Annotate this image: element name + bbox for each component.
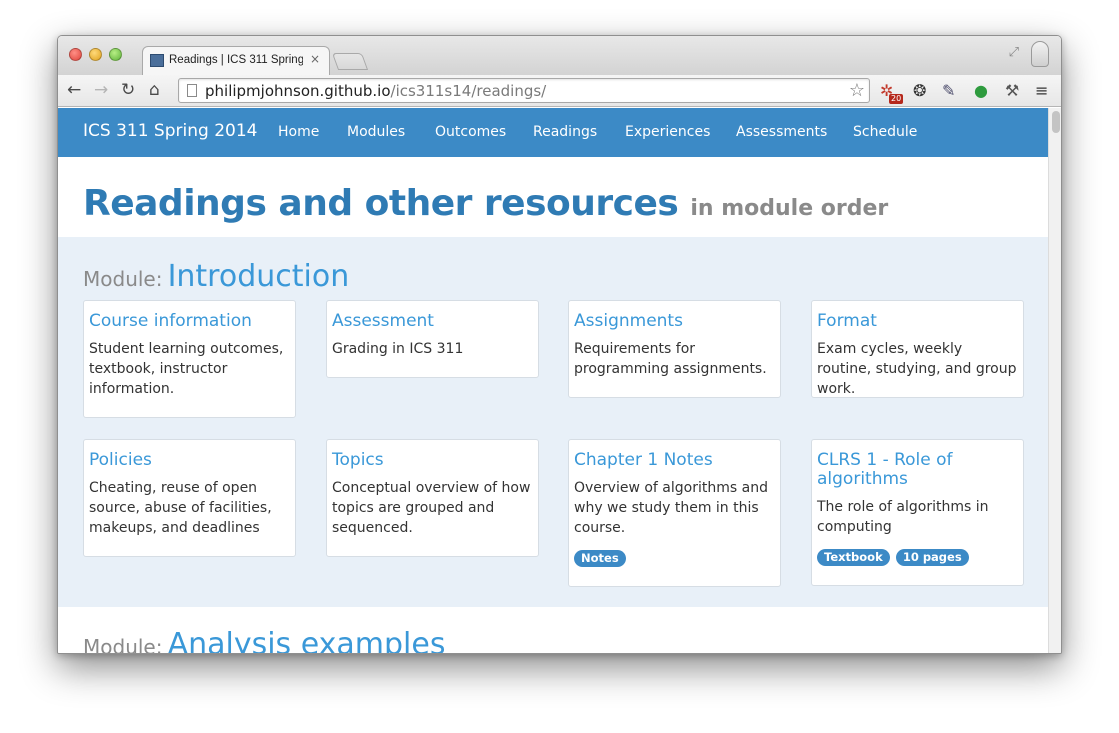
page-title: Readings and other resources in module o… <box>83 183 888 224</box>
nav-link-home[interactable]: Home <box>278 124 319 140</box>
card-title-link[interactable]: CLRS 1 - Role of algorithms <box>817 451 1018 489</box>
window-zoom-button[interactable] <box>109 48 122 61</box>
resource-card: Assignments Requirements for programming… <box>568 300 781 398</box>
badge-pages: 10 pages <box>895 549 969 566</box>
card-description: Overview of algorithms and why we study … <box>574 480 768 536</box>
url-host: philipmjohnson.github.io <box>205 82 391 100</box>
badge-textbook: Textbook <box>817 549 890 566</box>
scrollbar-thumb[interactable] <box>1052 111 1060 133</box>
window-minimize-button[interactable] <box>89 48 102 61</box>
fullscreen-icon[interactable]: ⤢ <box>1009 45 1019 60</box>
profile-avatar-icon[interactable] <box>1031 41 1049 67</box>
bookmark-star-icon[interactable]: ☆ <box>849 80 865 101</box>
nav-link-modules[interactable]: Modules <box>347 124 405 140</box>
nav-link-assessments[interactable]: Assessments <box>736 124 827 140</box>
card-title-link[interactable]: Chapter 1 Notes <box>574 451 775 470</box>
page-header: Readings and other resources in module o… <box>58 157 1048 237</box>
nav-link-experiences[interactable]: Experiences <box>625 124 710 140</box>
extension-eyedropper-icon[interactable]: ✎ <box>942 82 955 100</box>
card-title-link[interactable]: Course information <box>89 312 290 331</box>
window-close-button[interactable] <box>69 48 82 61</box>
new-tab-button[interactable] <box>331 53 369 70</box>
favicon-icon <box>150 54 164 67</box>
card-title-link[interactable]: Policies <box>89 451 290 470</box>
nav-link-readings[interactable]: Readings <box>533 124 597 140</box>
page-viewport: ICS 311 Spring 2014 Home Modules Outcome… <box>58 108 1048 654</box>
resource-card: Format Exam cycles, weekly routine, stud… <box>811 300 1024 398</box>
site-brand-link[interactable]: ICS 311 Spring 2014 <box>83 121 257 141</box>
address-bar[interactable]: philipmjohnson.github.io/ics311s14/readi… <box>178 78 870 103</box>
module-heading: Module: Analysis examples <box>83 627 446 654</box>
card-title-link[interactable]: Topics <box>332 451 533 470</box>
nav-link-schedule[interactable]: Schedule <box>853 124 917 140</box>
resource-card: Policies Cheating, reuse of open source,… <box>83 439 296 557</box>
site-navbar: ICS 311 Spring 2014 Home Modules Outcome… <box>58 108 1048 157</box>
forward-arrow-icon[interactable]: → <box>94 81 108 99</box>
browser-tab-readings[interactable]: Readings | ICS 311 Spring × <box>142 46 330 75</box>
resource-card: Topics Conceptual overview of how topics… <box>326 439 539 557</box>
card-description: Cheating, reuse of open source, abuse of… <box>89 480 272 536</box>
browser-menu-icon[interactable]: ≡ <box>1035 82 1048 100</box>
card-badges: Textbook 10 pages <box>817 546 1018 566</box>
home-icon[interactable]: ⌂ <box>149 81 160 99</box>
badge-notes: Notes <box>574 550 626 567</box>
card-title-link[interactable]: Format <box>817 312 1018 331</box>
module-prefix: Module: <box>83 635 163 654</box>
module-name-link[interactable]: Analysis examples <box>168 627 446 653</box>
card-description: The role of algorithms in computing <box>817 499 989 535</box>
page-icon <box>187 84 197 97</box>
url-text[interactable]: philipmjohnson.github.io/ics311s14/readi… <box>205 82 546 100</box>
card-badges: Notes <box>574 547 775 567</box>
url-path: /ics311s14/readings/ <box>390 82 547 100</box>
card-description: Student learning outcomes, textbook, ins… <box>89 341 284 397</box>
browser-window: Readings | ICS 311 Spring × ⤢ ← → ↻ ⌂ ph… <box>57 35 1062 654</box>
card-description: Exam cycles, weekly routine, studying, a… <box>817 341 1017 397</box>
card-description: Conceptual overview of how topics are gr… <box>332 480 531 536</box>
page-title-text: Readings and other resources <box>83 183 679 224</box>
extension-chat-icon[interactable]: ● <box>974 82 988 100</box>
extension-wrench-icon[interactable]: ⚒ <box>1005 82 1019 100</box>
back-arrow-icon[interactable]: ← <box>67 81 81 99</box>
module-introduction: Module: Introduction Course information … <box>58 237 1048 607</box>
tab-strip: Readings | ICS 311 Spring × ⤢ <box>58 36 1061 75</box>
card-title-link[interactable]: Assignments <box>574 312 775 331</box>
nav-link-outcomes[interactable]: Outcomes <box>435 124 506 140</box>
tab-title: Readings | ICS 311 Spring <box>169 54 303 66</box>
resource-card: Chapter 1 Notes Overview of algorithms a… <box>568 439 781 587</box>
page-subtitle: in module order <box>690 196 889 221</box>
browser-toolbar: ← → ↻ ⌂ philipmjohnson.github.io/ics311s… <box>58 75 1061 107</box>
resource-card: Assessment Grading in ICS 311 <box>326 300 539 378</box>
module-name-link[interactable]: Introduction <box>168 259 350 294</box>
card-description: Requirements for programming assignments… <box>574 341 767 377</box>
vertical-scrollbar[interactable] <box>1048 108 1061 653</box>
extension-badge: 20 <box>889 94 904 104</box>
card-description: Grading in ICS 311 <box>332 341 464 357</box>
module-heading: Module: Introduction <box>83 259 349 294</box>
tab-close-icon[interactable]: × <box>310 52 320 66</box>
resource-card: Course information Student learning outc… <box>83 300 296 418</box>
reload-icon[interactable]: ↻ <box>121 81 135 99</box>
extension-sync-icon[interactable]: ❂ <box>913 82 926 100</box>
card-title-link[interactable]: Assessment <box>332 312 533 331</box>
module-prefix: Module: <box>83 267 163 291</box>
resource-card: CLRS 1 - Role of algorithms The role of … <box>811 439 1024 586</box>
